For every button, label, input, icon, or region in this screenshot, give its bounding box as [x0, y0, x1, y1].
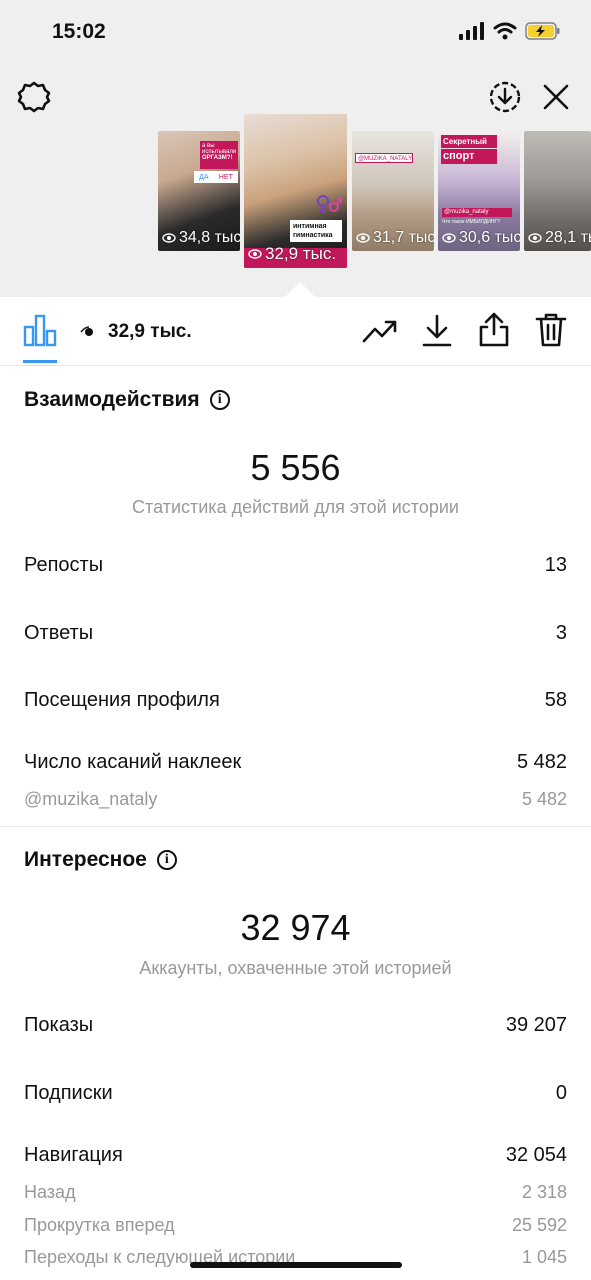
story-views: 28,1 тыс.: [528, 229, 591, 247]
story-sticker: спорт: [441, 149, 497, 164]
eye-icon: [442, 233, 456, 243]
status-icons: [459, 22, 561, 40]
story-sticker: @muzika_nataly: [442, 208, 512, 217]
sticker-text: ОРГАЗМ?!: [202, 155, 233, 161]
eye-icon: [248, 249, 262, 259]
stat-row-navigation: Навигация 32 054: [24, 1144, 567, 1166]
story-thumbnail-selected[interactable]: интимная гимнастика 32,9 тыс.: [244, 114, 347, 268]
stat-subrow-sticker-mention: @muzika_nataly 5 482: [24, 789, 567, 809]
home-indicator: [190, 1262, 402, 1268]
info-icon[interactable]: i: [156, 850, 177, 870]
insights-toolbar: 32,9 тыс.: [0, 297, 591, 366]
story-views: 34,8 тыс.: [162, 229, 240, 247]
discovery-total: 32 974: [240, 907, 351, 948]
info-icon[interactable]: i: [209, 390, 230, 410]
story-sticker: Что такое ИМБИЛДИНГ?: [442, 219, 500, 225]
status-time: 15:02: [52, 20, 106, 43]
eye-icon: [80, 326, 97, 336]
stat-row-sticker-taps: Число касаний наклеек 5 482: [24, 751, 567, 773]
selected-story-caret: [284, 282, 316, 298]
story-thumbnail[interactable]: @MUZIKA_NATALY 31,7 тыс.: [352, 131, 434, 251]
stories-header: 15:02 а вы испытывали ОРГАЗМ?! ДА НЕТ 34…: [0, 0, 591, 297]
stat-row-profile-visits: Посещения профиля 58: [24, 689, 567, 711]
close-icon[interactable]: [543, 84, 569, 110]
discovery-section-title: Интересное i: [24, 848, 177, 872]
poll-sticker: ДА НЕТ: [194, 171, 238, 183]
discovery-subtitle: Аккаунты, охваченные этой историей: [139, 958, 452, 978]
sticker-text: гимнастика: [293, 232, 333, 239]
insights-bar-chart-icon[interactable]: [23, 313, 57, 347]
story-views: 32,9 тыс.: [248, 244, 336, 264]
poll-option: ДА: [199, 173, 209, 181]
download-icon[interactable]: [422, 314, 452, 348]
story-sticker: интимная гимнастика: [290, 220, 342, 242]
share-icon[interactable]: [478, 312, 510, 348]
story-thumbnail[interactable]: 28,1 тыс.: [524, 131, 591, 251]
story-sticker: а вы испытывали ОРГАЗМ?!: [200, 141, 238, 169]
interactions-total: 5 556: [250, 447, 341, 488]
stat-subrow-forward: Прокрутка вперед 25 592: [24, 1215, 567, 1235]
promote-trend-icon[interactable]: [362, 317, 398, 345]
signal-icon: [459, 22, 484, 40]
stat-row-follows: Подписки 0: [24, 1082, 567, 1104]
stat-subrow-back: Назад 2 318: [24, 1182, 567, 1202]
views-count: 32,9 тыс.: [80, 321, 192, 343]
story-sticker: Секретный: [441, 135, 497, 148]
active-tab-indicator: [23, 360, 57, 363]
interactions-subtitle: Статистика действий для этой истории: [132, 497, 459, 517]
wifi-icon: [493, 22, 517, 40]
story-views: 31,7 тыс.: [356, 229, 434, 247]
story-thumbnail[interactable]: а вы испытывали ОРГАЗМ?! ДА НЕТ 34,8 тыс…: [158, 131, 240, 251]
story-sticker: @MUZIKA_NATALY: [355, 153, 413, 163]
eye-icon: [162, 233, 176, 243]
eye-icon: [356, 233, 370, 243]
stat-row-impressions: Показы 39 207: [24, 1014, 567, 1036]
section-divider: [0, 826, 591, 827]
stat-row-replies: Ответы 3: [24, 622, 567, 644]
poll-option: НЕТ: [218, 173, 233, 181]
battery-charging-icon: [525, 22, 560, 40]
sticker-text: а вы испытывали: [202, 143, 237, 155]
stat-row-reposts: Репосты 13: [24, 554, 567, 576]
story-thumbnail[interactable]: Секретный спорт @muzika_nataly Что такое…: [438, 131, 520, 251]
gender-emoji-icon: [317, 195, 342, 214]
interactions-section-title: Взаимодействия i: [24, 388, 230, 412]
settings-gear-icon[interactable]: [17, 80, 51, 114]
story-views: 30,6 тыс.: [442, 229, 520, 247]
sticker-text: интимная: [293, 223, 327, 230]
download-circle-icon[interactable]: [488, 80, 522, 114]
eye-icon: [528, 233, 542, 243]
delete-trash-icon[interactable]: [535, 312, 567, 348]
